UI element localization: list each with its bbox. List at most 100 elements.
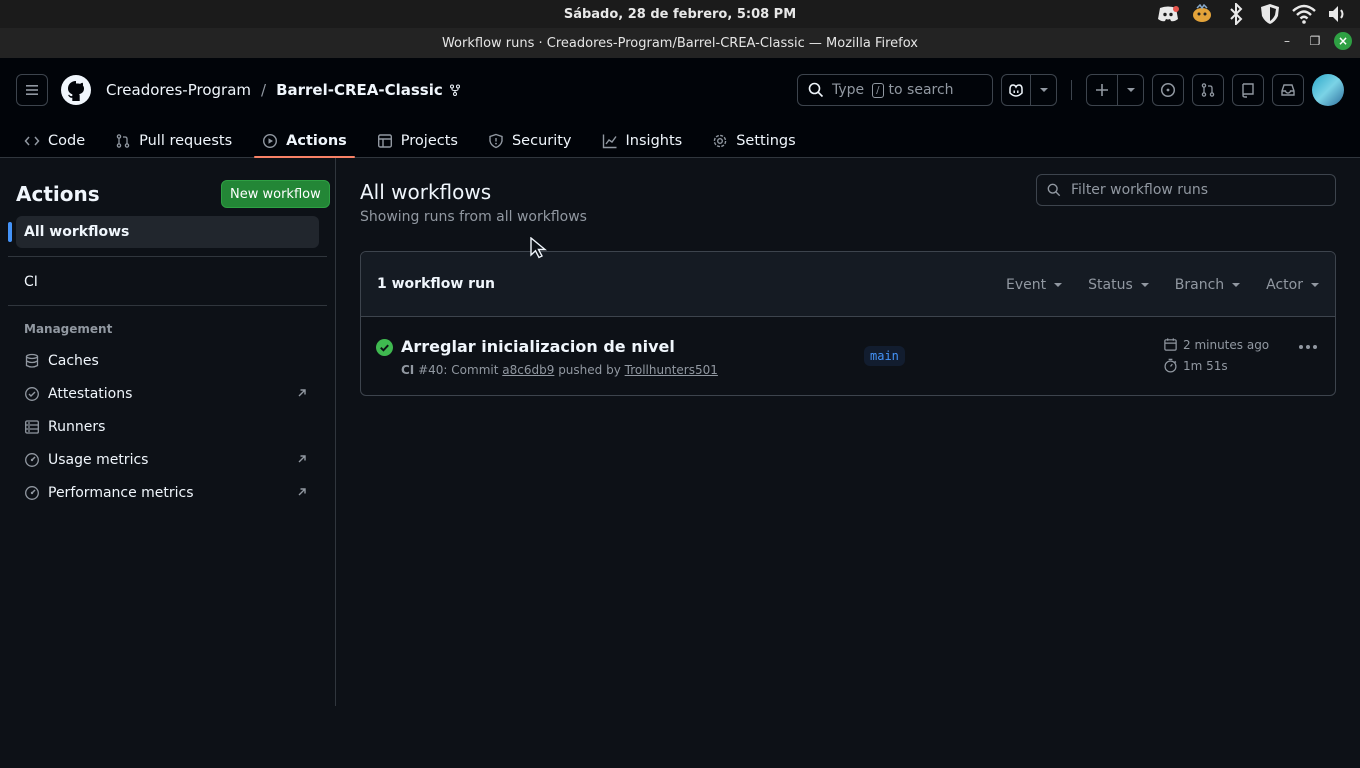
shield-icon[interactable] bbox=[1258, 3, 1282, 25]
create-new-dropdown[interactable] bbox=[1118, 74, 1144, 106]
run-duration: 1m 51s bbox=[1183, 358, 1228, 373]
create-new-button[interactable] bbox=[1086, 74, 1118, 106]
server-icon bbox=[25, 420, 39, 434]
hamburger-icon bbox=[26, 85, 38, 95]
sidebar-item-label: Caches bbox=[48, 353, 99, 369]
window-title-bar: Workflow runs · Creadores-Program/Barrel… bbox=[0, 28, 1360, 58]
chevron-down-icon bbox=[1126, 88, 1135, 92]
os-top-bar: Sábado, 28 de febrero, 5:08 PM bbox=[0, 0, 1360, 28]
sidebar-divider bbox=[8, 305, 327, 306]
external-link-icon bbox=[298, 389, 306, 397]
runs-list-header: 1 workflow run Event Status Branch Actor bbox=[361, 252, 1335, 317]
repo-owner-link[interactable]: Creadores-Program bbox=[106, 81, 251, 99]
sidebar-item-label: Runners bbox=[48, 419, 106, 435]
chevron-down-icon bbox=[1232, 282, 1241, 287]
run-title-link[interactable]: Arreglar inicializacion de nivel bbox=[401, 337, 675, 356]
verified-icon bbox=[25, 387, 39, 401]
status-filter-dropdown[interactable]: Status bbox=[1088, 277, 1149, 293]
close-button[interactable]: × bbox=[1334, 32, 1352, 50]
tray-app-icon[interactable] bbox=[1190, 3, 1214, 25]
system-tray bbox=[1156, 2, 1350, 26]
sidebar-section-heading: Management bbox=[24, 322, 113, 336]
chevron-down-icon bbox=[1140, 282, 1149, 287]
actions-sidebar: Actions New workflow All workflows CI Ma… bbox=[0, 158, 336, 706]
tab-actions[interactable]: Actions bbox=[254, 114, 355, 158]
copilot-icon bbox=[1009, 84, 1023, 97]
runs-filters: Event Status Branch Actor bbox=[1006, 252, 1319, 317]
create-new-group bbox=[1086, 74, 1144, 106]
user-avatar[interactable] bbox=[1312, 74, 1344, 106]
actor-filter-dropdown[interactable]: Actor bbox=[1266, 277, 1319, 293]
pull-requests-button[interactable] bbox=[1192, 74, 1224, 106]
branch-filter-dropdown[interactable]: Branch bbox=[1174, 276, 1241, 293]
repo-nav-tabs: Code Pull requests Actions Projects Secu… bbox=[16, 114, 818, 158]
os-clock[interactable]: Sábado, 28 de febrero, 5:08 PM bbox=[564, 7, 796, 22]
chevron-down-icon bbox=[1054, 282, 1063, 287]
sidebar-item-all-workflows[interactable]: All workflows bbox=[8, 216, 319, 248]
filter-label: Actor bbox=[1266, 276, 1303, 293]
database-icon bbox=[25, 353, 39, 368]
event-filter-dropdown[interactable]: Event bbox=[1006, 276, 1063, 293]
tab-code[interactable]: Code bbox=[16, 114, 93, 158]
filter-label: Branch bbox=[1174, 276, 1225, 293]
tab-label: Code bbox=[48, 133, 86, 149]
graph-icon bbox=[602, 134, 617, 149]
github-logo-icon[interactable] bbox=[60, 74, 92, 106]
branch-badge[interactable]: main bbox=[864, 346, 905, 366]
issues-button[interactable] bbox=[1152, 74, 1184, 106]
run-count: 1 workflow run bbox=[377, 276, 496, 292]
repo-name-link[interactable]: Barrel-CREA-Classic bbox=[276, 81, 443, 99]
search-icon bbox=[1047, 183, 1061, 197]
page-subtitle: Showing runs from all workflows bbox=[360, 209, 587, 225]
sidebar-divider bbox=[8, 256, 327, 257]
github-header: Creadores-Program / Barrel-CREA-Classic … bbox=[0, 58, 1360, 158]
repositories-button[interactable] bbox=[1232, 74, 1264, 106]
sidebar-item-runners[interactable]: Runners bbox=[16, 411, 319, 443]
breadcrumb: Creadores-Program / Barrel-CREA-Classic bbox=[106, 81, 461, 99]
global-menu-button[interactable] bbox=[16, 74, 48, 106]
tab-projects[interactable]: Projects bbox=[369, 114, 466, 158]
run-options-kebab-icon[interactable] bbox=[1299, 345, 1317, 349]
sidebar-item-ci[interactable]: CI bbox=[16, 266, 319, 298]
workflow-runs-list: 1 workflow run Event Status Branch Actor… bbox=[360, 251, 1336, 396]
meter-icon bbox=[25, 453, 39, 467]
new-workflow-button[interactable]: New workflow bbox=[221, 180, 330, 208]
wifi-icon[interactable] bbox=[1292, 3, 1316, 25]
run-number-text: #40: Commit bbox=[418, 363, 499, 377]
copilot-button-group bbox=[1001, 74, 1057, 106]
check-circle-fill-icon bbox=[376, 339, 393, 356]
calendar-icon bbox=[1164, 338, 1177, 351]
filter-workflow-runs-input[interactable]: Filter workflow runs bbox=[1036, 174, 1336, 206]
meter-icon bbox=[25, 486, 39, 500]
commit-link[interactable]: a8c6db9 bbox=[502, 363, 554, 377]
tab-label: Insights bbox=[625, 133, 683, 149]
chevron-down-icon bbox=[1311, 282, 1319, 287]
tab-pull-requests[interactable]: Pull requests bbox=[107, 114, 240, 158]
minimize-button[interactable]: – bbox=[1278, 32, 1296, 50]
tab-security[interactable]: Security bbox=[480, 114, 580, 158]
breadcrumb-separator: / bbox=[261, 81, 267, 99]
tab-label: Actions bbox=[286, 133, 347, 149]
search-placeholder-prefix: Type bbox=[832, 82, 865, 98]
pull-request-icon bbox=[116, 134, 130, 148]
tab-label: Settings bbox=[736, 133, 796, 149]
tab-insights[interactable]: Insights bbox=[594, 114, 691, 158]
workflow-run-row: Arreglar inicializacion de nivel CI #40:… bbox=[361, 317, 1335, 395]
bluetooth-icon[interactable] bbox=[1224, 3, 1248, 25]
inbox-button[interactable] bbox=[1272, 74, 1304, 106]
search-input[interactable]: Type / to search bbox=[797, 74, 993, 106]
tab-settings[interactable]: Settings bbox=[704, 114, 803, 158]
volume-icon[interactable] bbox=[1326, 3, 1350, 25]
sidebar-item-usage-metrics[interactable]: Usage metrics bbox=[16, 444, 319, 476]
maximize-button[interactable]: ❐ bbox=[1306, 32, 1324, 50]
actor-link[interactable]: Trollhunters501 bbox=[625, 363, 718, 377]
copilot-button[interactable] bbox=[1001, 74, 1031, 106]
sidebar-item-attestations[interactable]: Attestations bbox=[16, 378, 319, 410]
run-workflow-name: CI bbox=[401, 363, 415, 377]
sidebar-item-performance-metrics[interactable]: Performance metrics bbox=[16, 477, 319, 509]
filter-label: Event bbox=[1006, 276, 1047, 293]
sidebar-item-caches[interactable]: Caches bbox=[16, 345, 319, 377]
copilot-dropdown-button[interactable] bbox=[1031, 74, 1057, 106]
discord-icon[interactable] bbox=[1156, 3, 1180, 25]
filter-label: Status bbox=[1088, 276, 1133, 293]
